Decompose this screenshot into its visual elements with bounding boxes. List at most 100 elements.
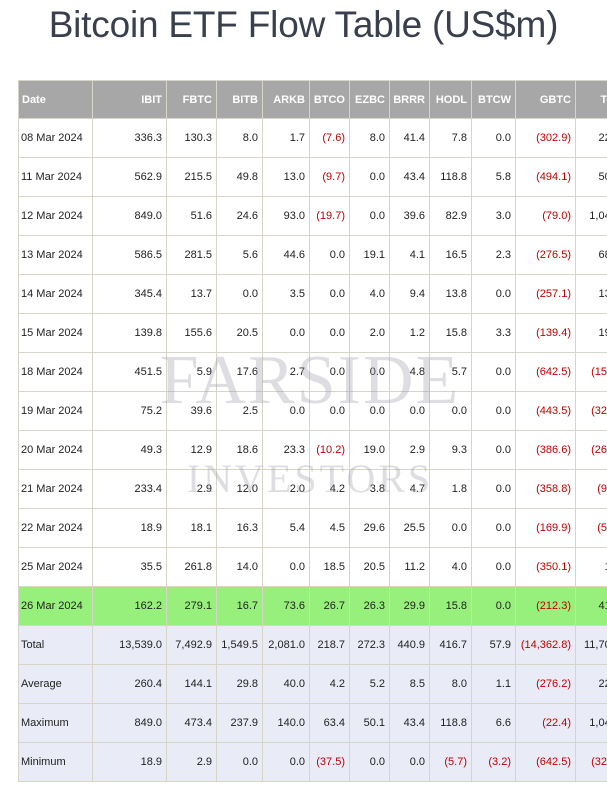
- value-cell-total: (94.0): [575, 469, 607, 509]
- value-cell-ibit: 345.4: [92, 274, 167, 314]
- value-cell-gbtc: (302.9): [515, 118, 576, 158]
- value-cell-fbtc: 215.5: [166, 157, 217, 197]
- value-cell-arkb: 0.0: [262, 742, 310, 782]
- value-cell-gbtc: (350.1): [515, 547, 576, 587]
- column-header-btco: BTCO: [309, 80, 350, 119]
- value-cell-ibit: 562.9: [92, 157, 167, 197]
- value-cell-ezbc: 0.0: [349, 742, 390, 782]
- column-header-arkb: ARKB: [262, 80, 310, 119]
- value-cell-btco: (37.5): [309, 742, 350, 782]
- value-cell-arkb: 93.0: [262, 196, 310, 236]
- value-cell-btco: 0.0: [309, 391, 350, 431]
- row-label-cell: 08 Mar 2024: [18, 118, 93, 158]
- value-cell-gbtc: (139.4): [515, 313, 576, 353]
- value-cell-brrr: 2.9: [389, 430, 430, 470]
- row-label-cell: 12 Mar 2024: [18, 196, 93, 236]
- value-cell-btco: 18.5: [309, 547, 350, 587]
- value-cell-gbtc: (22.4): [515, 703, 576, 743]
- value-cell-btcw: 6.6: [471, 703, 516, 743]
- value-cell-ezbc: 29.6: [349, 508, 390, 548]
- value-cell-arkb: 2.0: [262, 469, 310, 509]
- value-cell-bitb: 5.6: [216, 235, 263, 275]
- row-label-cell: 19 Mar 2024: [18, 391, 93, 431]
- value-cell-hodl: 1.8: [429, 469, 472, 509]
- value-cell-hodl: (5.7): [429, 742, 472, 782]
- value-cell-btco: 0.0: [309, 235, 350, 275]
- value-cell-hodl: 5.7: [429, 352, 472, 392]
- value-cell-ezbc: 8.0: [349, 118, 390, 158]
- value-cell-ibit: 18.9: [92, 508, 167, 548]
- row-label-cell: 26 Mar 2024: [18, 586, 93, 626]
- header-row: Date IBIT FBTC BITB ARKB BTCO EZBC BRRR HODL BTCW…: [18, 80, 607, 119]
- table-row: 14 Mar 2024 345.4 13.7 0.0 3.5 0.0 4.0 9.4 13.8 0…: [18, 274, 607, 314]
- value-cell-total: 418.0: [575, 586, 607, 626]
- value-cell-btcw: 0.0: [471, 274, 516, 314]
- value-cell-brrr: 9.4: [389, 274, 430, 314]
- row-label-cell: 13 Mar 2024: [18, 235, 93, 275]
- value-cell-btco: 4.2: [309, 469, 350, 509]
- value-cell-hodl: 13.8: [429, 274, 472, 314]
- table-row: 08 Mar 2024 336.3 130.3 8.0 1.7 (7.6) 8.0 41.4 7…: [18, 118, 607, 158]
- value-cell-bitb: 16.3: [216, 508, 263, 548]
- value-cell-brrr: 1.2: [389, 313, 430, 353]
- value-cell-arkb: 3.5: [262, 274, 310, 314]
- value-cell-total: 15.4: [575, 547, 607, 587]
- value-cell-btcw: 3.3: [471, 313, 516, 353]
- value-cell-fbtc: 12.9: [166, 430, 217, 470]
- summary-row-average: Average 260.4 144.1 29.8 40.0 4.2 5.2 8.5 8.0 1.1…: [18, 664, 607, 704]
- value-cell-brrr: 43.4: [389, 157, 430, 197]
- value-cell-btcw: 0.0: [471, 547, 516, 587]
- value-cell-btcw: 1.1: [471, 664, 516, 704]
- value-cell-btcw: 5.8: [471, 157, 516, 197]
- table-row: 12 Mar 2024 849.0 51.6 24.6 93.0 (19.7) 0.0 39.…: [18, 196, 607, 236]
- value-cell-ibit: 139.8: [92, 313, 167, 353]
- value-cell-arkb: 44.6: [262, 235, 310, 275]
- value-cell-fbtc: 2.9: [166, 469, 217, 509]
- row-label-cell: 15 Mar 2024: [18, 313, 93, 353]
- value-cell-brrr: 8.5: [389, 664, 430, 704]
- value-cell-ibit: 49.3: [92, 430, 167, 470]
- summary-row-minimum: Minimum 18.9 2.9 0.0 0.0 (37.5) 0.0 0.0 (5.7) (3.…: [18, 742, 607, 782]
- row-label-cell: Average: [18, 664, 93, 704]
- value-cell-ezbc: 4.0: [349, 274, 390, 314]
- value-cell-btcw: 2.3: [471, 235, 516, 275]
- value-cell-ezbc: 50.1: [349, 703, 390, 743]
- value-cell-bitb: 29.8: [216, 664, 263, 704]
- value-cell-total: (51.6): [575, 508, 607, 548]
- value-cell-hodl: 9.3: [429, 430, 472, 470]
- value-cell-gbtc: (443.5): [515, 391, 576, 431]
- value-cell-hodl: 118.8: [429, 157, 472, 197]
- value-cell-arkb: 73.6: [262, 586, 310, 626]
- value-cell-fbtc: 13.7: [166, 274, 217, 314]
- value-cell-btco: (9.7): [309, 157, 350, 197]
- value-cell-brrr: 4.7: [389, 469, 430, 509]
- column-header-brrr: BRRR: [389, 80, 430, 119]
- value-cell-ezbc: 272.3: [349, 625, 390, 665]
- value-cell-ezbc: 20.5: [349, 547, 390, 587]
- value-cell-gbtc: (276.5): [515, 235, 576, 275]
- column-header-ibit: IBIT: [92, 80, 167, 119]
- row-label-cell: Maximum: [18, 703, 93, 743]
- value-cell-ezbc: 19.1: [349, 235, 390, 275]
- value-cell-fbtc: 144.1: [166, 664, 217, 704]
- row-label-cell: Total: [18, 625, 93, 665]
- table-row: 22 Mar 2024 18.9 18.1 16.3 5.4 4.5 29.6 25.5 0.0…: [18, 508, 607, 548]
- value-cell-hodl: 0.0: [429, 508, 472, 548]
- value-cell-arkb: 0.0: [262, 391, 310, 431]
- value-cell-total: (326.2): [575, 742, 607, 782]
- row-label-cell: 22 Mar 2024: [18, 508, 93, 548]
- table-body: 08 Mar 2024 336.3 130.3 8.0 1.7 (7.6) 8.0 41.4 7…: [18, 118, 607, 782]
- table-row: 19 Mar 2024 75.2 39.6 2.5 0.0 0.0 0.0 0.0 0.0 0.0…: [18, 391, 607, 431]
- value-cell-hodl: 16.5: [429, 235, 472, 275]
- value-cell-bitb: 8.0: [216, 118, 263, 158]
- value-cell-arkb: 1.7: [262, 118, 310, 158]
- value-cell-arkb: 40.0: [262, 664, 310, 704]
- value-cell-ibit: 162.2: [92, 586, 167, 626]
- value-cell-total: 225.1: [575, 664, 607, 704]
- value-cell-hodl: 8.0: [429, 664, 472, 704]
- value-cell-total: 505.4: [575, 157, 607, 197]
- value-cell-btco: 26.7: [309, 586, 350, 626]
- value-cell-brrr: 43.4: [389, 703, 430, 743]
- value-cell-btcw: (3.2): [471, 742, 516, 782]
- value-cell-bitb: 12.0: [216, 469, 263, 509]
